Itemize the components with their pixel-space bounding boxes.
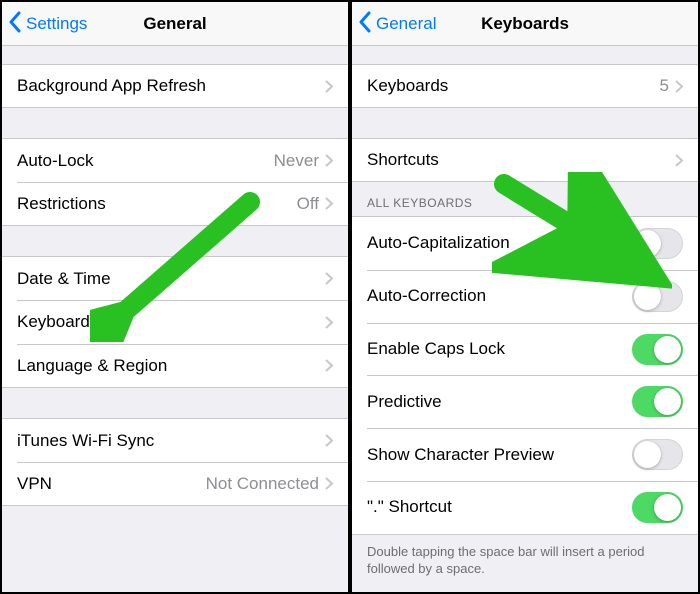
group-footer-period-shortcut: Double tapping the space bar will insert…	[352, 535, 698, 592]
row-restrictions[interactable]: Restrictions Off	[2, 182, 348, 226]
chevron-right-icon	[325, 80, 333, 93]
row-auto-correction[interactable]: Auto-Correction	[352, 270, 698, 323]
chevron-left-icon	[358, 11, 376, 38]
cell-label: Keyboards	[367, 76, 660, 96]
toggle-auto-correction[interactable]	[632, 281, 683, 312]
cell-label: Auto-Lock	[17, 151, 274, 171]
toggle-show-character-preview[interactable]	[632, 439, 683, 470]
cell-detail: Off	[297, 194, 319, 214]
cell-label: Shortcuts	[367, 150, 675, 170]
cell-label: "." Shortcut	[367, 497, 632, 517]
row-keyboards-count[interactable]: Keyboards 5	[352, 64, 698, 108]
navbar-keyboards: General Keyboards	[352, 2, 698, 46]
cell-label: Predictive	[367, 392, 632, 412]
row-itunes-wifi-sync[interactable]: iTunes Wi-Fi Sync	[2, 418, 348, 462]
page-title: General	[143, 14, 206, 34]
page-title: Keyboards	[481, 14, 569, 34]
chevron-right-icon	[325, 434, 333, 447]
row-date-time[interactable]: Date & Time	[2, 256, 348, 300]
back-to-general-button[interactable]: General	[358, 2, 436, 46]
cell-detail: Never	[274, 151, 319, 171]
row-show-character-preview[interactable]: Show Character Preview	[352, 428, 698, 481]
row-shortcuts[interactable]: Shortcuts	[352, 138, 698, 182]
cell-label: Show Character Preview	[367, 445, 632, 465]
cell-detail: Not Connected	[206, 474, 319, 494]
back-to-settings-button[interactable]: Settings	[8, 2, 87, 46]
chevron-right-icon	[675, 80, 683, 93]
navbar-general: Settings General	[2, 2, 348, 46]
chevron-right-icon	[325, 359, 333, 372]
cell-label: Auto-Correction	[367, 286, 632, 306]
cell-label: Restrictions	[17, 194, 297, 214]
row-background-app-refresh[interactable]: Background App Refresh	[2, 64, 348, 108]
back-label: General	[376, 14, 436, 34]
cell-label: VPN	[17, 474, 206, 494]
cell-label: Date & Time	[17, 269, 325, 289]
toggle-period-shortcut[interactable]	[632, 492, 683, 523]
cell-label: iTunes Wi-Fi Sync	[17, 431, 325, 451]
keyboards-settings-pane: General Keyboards Keyboards 5 Shortcuts …	[350, 2, 698, 592]
toggle-enable-caps-lock[interactable]	[632, 334, 683, 365]
toggle-auto-capitalization[interactable]	[632, 228, 683, 259]
chevron-right-icon	[675, 154, 683, 167]
chevron-right-icon	[325, 154, 333, 167]
general-settings-pane: Settings General Background App Refresh …	[2, 2, 350, 592]
toggle-predictive[interactable]	[632, 386, 683, 417]
chevron-right-icon	[325, 272, 333, 285]
row-auto-capitalization[interactable]: Auto-Capitalization	[352, 216, 698, 270]
back-label: Settings	[26, 14, 87, 34]
row-keyboard[interactable]: Keyboard	[2, 300, 348, 344]
cell-label: Enable Caps Lock	[367, 339, 632, 359]
row-language-region[interactable]: Language & Region	[2, 344, 348, 388]
chevron-right-icon	[325, 197, 333, 210]
row-predictive[interactable]: Predictive	[352, 375, 698, 428]
row-period-shortcut[interactable]: "." Shortcut	[352, 481, 698, 535]
chevron-right-icon	[325, 477, 333, 490]
chevron-right-icon	[325, 316, 333, 329]
chevron-left-icon	[8, 11, 26, 38]
row-enable-caps-lock[interactable]: Enable Caps Lock	[352, 323, 698, 376]
cell-label: Keyboard	[17, 312, 325, 332]
cell-label: Language & Region	[17, 356, 325, 376]
cell-label: Auto-Capitalization	[367, 233, 632, 253]
row-vpn[interactable]: VPN Not Connected	[2, 462, 348, 506]
cell-label: Background App Refresh	[17, 76, 325, 96]
cell-detail: 5	[660, 76, 669, 96]
row-auto-lock[interactable]: Auto-Lock Never	[2, 138, 348, 182]
group-header-all-keyboards: ALL KEYBOARDS	[352, 182, 698, 216]
